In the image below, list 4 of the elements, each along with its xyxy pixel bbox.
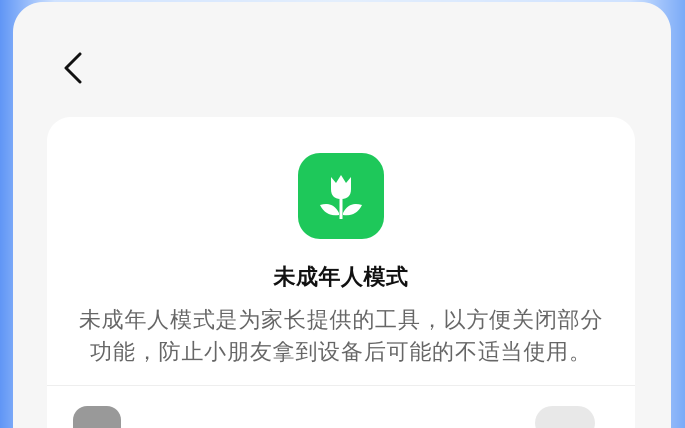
- page-title: 未成年人模式: [274, 264, 408, 292]
- tulip-icon: [298, 153, 384, 239]
- back-icon[interactable]: [63, 52, 83, 84]
- description-text: 未成年人模式是为家长提供的工具，以方便关闭部分功能，防止小朋友拿到设备后可能的不适当使用。: [78, 307, 604, 367]
